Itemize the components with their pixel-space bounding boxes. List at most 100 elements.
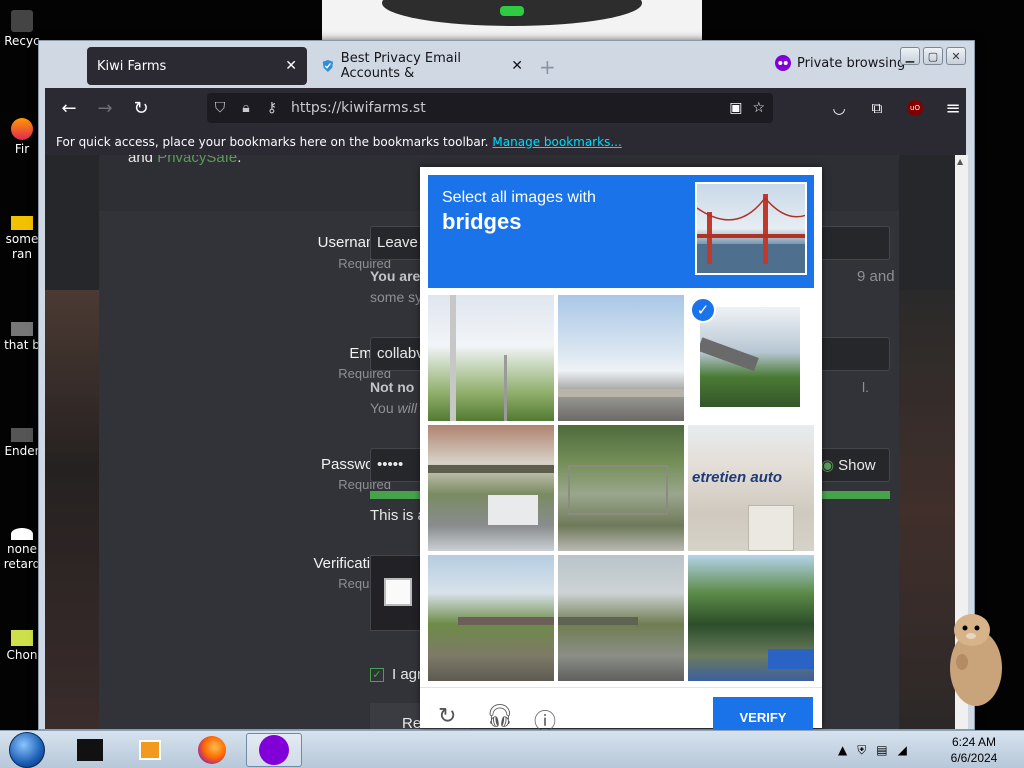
tab-title: Best Privacy Email Accounts & — [340, 51, 461, 81]
back-arrow-icon[interactable]: ← — [51, 93, 87, 123]
captcha-tile[interactable] — [688, 555, 814, 681]
captcha-tile[interactable] — [558, 425, 684, 551]
program-icon — [11, 428, 33, 442]
captcha-tile[interactable]: etretien auto — [688, 425, 814, 551]
email-hint-2: You will — [370, 400, 417, 416]
privacysafe-link[interactable]: PrivacySafe — [157, 155, 237, 166]
ublock-icon[interactable]: uO — [897, 93, 933, 123]
menu-hamburger-icon[interactable]: ≡ — [935, 93, 971, 123]
defender-shield-icon[interactable]: ⛨ — [857, 743, 866, 758]
firefox-icon — [198, 736, 226, 764]
captcha-tile[interactable] — [428, 425, 554, 551]
volume-icon[interactable]: ◢ — [898, 743, 907, 757]
checkbox-checked-icon[interactable]: ✓ — [370, 667, 384, 682]
captcha-tile[interactable] — [558, 295, 684, 421]
desktop-icon-label: Fir — [14, 142, 30, 156]
eye-icon: ◉ — [821, 457, 835, 474]
show-password-button[interactable]: ◉ Show — [821, 456, 876, 475]
private-browsing-label: Private browsing — [797, 55, 906, 71]
manage-bookmarks-link[interactable]: Manage bookmarks... — [492, 135, 621, 149]
tab-title: Kiwi Farms — [97, 58, 167, 74]
captcha-challenge: Select all images with bridges ✓ etretie… — [420, 167, 822, 737]
captcha-tile[interactable] — [558, 555, 684, 681]
start-button[interactable] — [6, 731, 48, 768]
taskbar-firefox-private[interactable] — [246, 733, 302, 767]
network-icon[interactable]: ▤ — [876, 743, 887, 757]
captcha-keyword: bridges — [442, 209, 522, 234]
gauge-icon — [11, 528, 33, 540]
bookmarks-toolbar: For quick access, place your bookmarks h… — [45, 128, 966, 155]
desktop-icon-label: none retard — [3, 542, 41, 571]
firefox-icon — [11, 118, 33, 140]
clock-time: 6:24 AM — [951, 735, 997, 749]
agree-label: I agr — [392, 666, 423, 683]
headphones-icon[interactable]: 🎧︎ — [486, 704, 514, 729]
terminal-icon — [77, 739, 103, 761]
reload-icon[interactable]: ↻ — [123, 93, 159, 123]
close-icon[interactable]: ✕ — [285, 58, 297, 74]
bookmarks-hint: For quick access, place your bookmarks h… — [56, 134, 489, 149]
username-hint-right: 9 and — [857, 268, 895, 285]
folder-icon — [11, 216, 33, 230]
hamster-mascot-image — [950, 614, 1002, 706]
maximize-icon[interactable]: ▢ — [923, 47, 943, 65]
taskbar-firefox[interactable] — [184, 733, 240, 767]
taskbar: ▲ ⛨ ▤ ◢ 6:24 AM 6/6/2024 — [0, 730, 1024, 768]
recycle-bin-icon — [11, 10, 33, 32]
captcha-header: Select all images with bridges — [428, 175, 814, 288]
refresh-icon[interactable]: ↻ — [438, 704, 456, 729]
windows-logo-icon — [9, 732, 45, 768]
desktop-icon-label: Chon — [6, 648, 38, 662]
tab-privacy-email[interactable]: Best Privacy Email Accounts & ✕ — [311, 47, 533, 85]
lock-icon[interactable]: 🔒︎ — [233, 100, 259, 116]
media-player-icon — [139, 740, 161, 760]
captcha-tile-selected[interactable]: ✓ — [688, 295, 814, 421]
file-icon — [11, 322, 33, 336]
username-hint: You are — [370, 268, 421, 284]
background-art-left — [45, 290, 99, 729]
pocket-icon[interactable]: ◡ — [821, 93, 857, 123]
password-strength-hint: This is a — [370, 507, 426, 524]
close-icon[interactable]: ✕ — [511, 58, 523, 74]
desktop-wallpaper-photo — [322, 0, 702, 40]
extensions-puzzle-icon[interactable]: ⧉ — [859, 93, 895, 123]
close-window-icon[interactable]: ✕ — [946, 47, 966, 65]
tracking-shield-icon[interactable]: ⛉ — [207, 100, 233, 116]
tab-kiwi-farms[interactable]: Kiwi Farms ✕ — [87, 47, 307, 85]
username-hint-2: some sy — [370, 289, 423, 305]
bookmark-star-icon[interactable]: ☆ — [752, 100, 765, 116]
taskbar-clock[interactable]: 6:24 AM 6/6/2024 — [938, 734, 1010, 766]
tab-strip: Kiwi Farms ✕ Best Privacy Email Accounts… — [39, 41, 974, 88]
checkmark-icon: ✓ — [690, 297, 716, 323]
privacy-notice: and PrivacySafe. — [128, 155, 241, 166]
system-tray: ▲ ⛨ ▤ ◢ — [838, 731, 907, 768]
taskbar-media-player[interactable] — [122, 733, 178, 767]
taskbar-terminal[interactable] — [62, 733, 118, 767]
clock-date: 6/6/2024 — [950, 751, 998, 765]
captcha-tile[interactable] — [428, 295, 554, 421]
captcha-tile[interactable] — [428, 555, 554, 681]
desktop-icon-label: Recyc — [4, 34, 40, 48]
show-hidden-icons-icon[interactable]: ▲ — [838, 743, 847, 757]
private-browsing-indicator: Private browsing — [775, 55, 905, 71]
captcha-checkbox[interactable] — [384, 578, 412, 606]
email-hint-right: l. — [862, 379, 869, 395]
show-label: Show — [838, 456, 876, 474]
desktop-icon-label: that b — [4, 338, 40, 352]
desktop-icon-label: some ran — [5, 232, 39, 261]
reader-view-icon[interactable]: ▣ — [729, 100, 742, 116]
minimize-icon[interactable]: ▁ — [900, 47, 920, 65]
url-bar[interactable]: ⛉ 🔒︎ ⚷ https://kiwifarms.st ▣ ☆ — [207, 93, 773, 123]
captcha-tile-grid: ✓ etretien auto — [428, 295, 814, 681]
private-mask-icon — [775, 55, 791, 71]
forward-arrow-icon[interactable]: → — [87, 93, 123, 123]
captcha-instruction: Select all images with — [442, 189, 596, 206]
new-tab-icon[interactable]: + — [539, 55, 556, 79]
auto-shop-sign: etretien auto — [692, 469, 783, 486]
key-icon[interactable]: ⚷ — [259, 100, 285, 116]
image-icon — [11, 630, 33, 646]
url-text: https://kiwifarms.st — [291, 100, 426, 116]
private-browsing-icon — [259, 735, 289, 765]
captcha-sample-image — [695, 182, 807, 275]
agree-terms[interactable]: ✓ I agr — [370, 666, 422, 683]
